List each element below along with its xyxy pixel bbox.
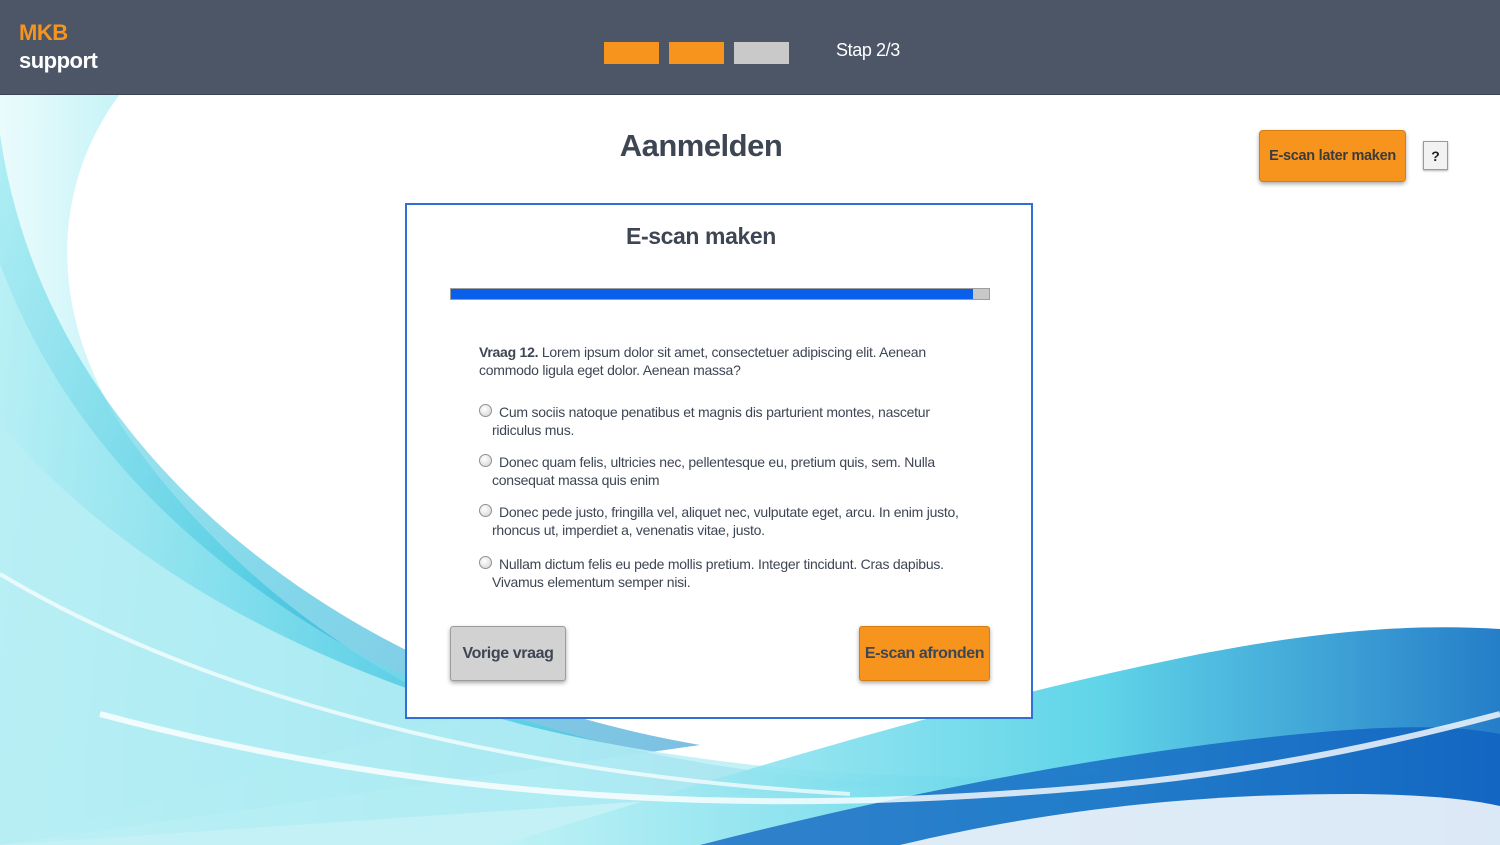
step-indicator: [604, 42, 789, 64]
answer-option[interactable]: Nullam dictum felis eu pede mollis preti…: [479, 555, 959, 591]
logo-text-support: support: [19, 48, 98, 73]
escan-card: E-scan maken Vraag 12. Lorem ipsum dolor…: [405, 203, 1033, 719]
step-2-indicator: [669, 42, 724, 64]
answer-option[interactable]: Donec pede justo, fringilla vel, aliquet…: [479, 503, 959, 539]
question-text: Vraag 12. Lorem ipsum dolor sit amet, co…: [479, 343, 979, 379]
question-number: Vraag 12.: [479, 344, 539, 360]
answer-option-label: Donec pede justo, fringilla vel, aliquet…: [492, 504, 959, 538]
mkb-support-logo: MKB support: [19, 19, 98, 75]
radio-button[interactable]: [479, 504, 492, 517]
answer-option[interactable]: Cum sociis natoque penatibus et magnis d…: [479, 403, 959, 439]
step-label: Stap 2/3: [836, 40, 900, 60]
step-1-indicator: [604, 42, 659, 64]
question-body: Lorem ipsum dolor sit amet, consectetuer…: [479, 344, 926, 378]
answer-option[interactable]: Donec quam felis, ultricies nec, pellent…: [479, 453, 959, 489]
answer-option-label: Donec quam felis, ultricies nec, pellent…: [492, 454, 935, 488]
radio-button[interactable]: [479, 556, 492, 569]
previous-question-button[interactable]: Vorige vraag: [450, 626, 566, 681]
logo-text-mkb: MKB: [19, 20, 68, 45]
radio-button[interactable]: [479, 404, 492, 417]
radio-button[interactable]: [479, 454, 492, 467]
help-button[interactable]: ?: [1423, 141, 1448, 170]
answer-option-label: Cum sociis natoque penatibus et magnis d…: [492, 404, 930, 438]
step-3-indicator: [734, 42, 789, 64]
card-title: E-scan maken: [626, 223, 776, 249]
page-title: Aanmelden: [619, 128, 783, 163]
question-progress-bar: [450, 288, 990, 300]
escan-later-button[interactable]: E-scan later maken: [1259, 130, 1406, 182]
top-header-bar: MKB support Stap 2/3: [0, 0, 1500, 95]
progress-fill: [451, 289, 973, 299]
answer-option-label: Nullam dictum felis eu pede mollis preti…: [492, 556, 944, 590]
finish-escan-button[interactable]: E-scan afronden: [859, 626, 990, 681]
